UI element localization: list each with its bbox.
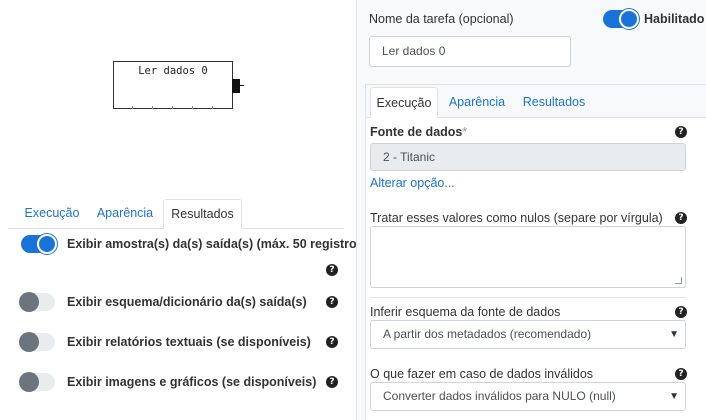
- node-port-tick: [132, 106, 133, 109]
- output-port-icon[interactable]: [232, 79, 240, 93]
- infer-schema-select[interactable]: A partir dos metadados (recomendado) ▼: [370, 320, 686, 349]
- node-title: Ler dados 0: [138, 65, 208, 77]
- help-icon[interactable]: ?: [326, 376, 338, 388]
- toggle-show-schema[interactable]: [19, 292, 55, 312]
- change-option-link[interactable]: Alterar opção...: [370, 176, 455, 190]
- invalid-data-value: Converter dados inválidos para NULO (nul…: [383, 389, 616, 403]
- properties-tabs: Execução Aparência Resultados: [366, 85, 706, 118]
- node-port-tick: [212, 106, 213, 109]
- workflow-node[interactable]: Ler dados 0: [113, 61, 233, 109]
- results-panel: Execução Aparência Resultados Exibir amo…: [8, 196, 368, 420]
- option-label: Exibir esquema/dicionário da(s) saída(s): [67, 295, 307, 309]
- task-name-input[interactable]: Ler dados 0: [369, 36, 571, 67]
- data-source-label: Fonte de dados*: [370, 125, 468, 139]
- enabled-toggle[interactable]: [603, 9, 639, 29]
- task-name-label: Nome da tarefa (opcional): [369, 12, 514, 26]
- tab-execucao[interactable]: Execução: [18, 199, 86, 228]
- properties-panel: Nome da tarefa (opcional) Habilitado Ler…: [356, 0, 706, 420]
- tab-aparencia[interactable]: Aparência: [88, 199, 162, 228]
- tab-resultados[interactable]: Resultados: [163, 199, 242, 229]
- enabled-label: Habilitado: [644, 12, 705, 26]
- node-port-tick: [152, 106, 153, 109]
- null-values-textarea[interactable]: [370, 226, 686, 288]
- tab-aparencia[interactable]: Aparência: [440, 87, 514, 117]
- data-source-field: 2 - Titanic: [370, 143, 686, 171]
- results-panel-tabs: Execução Aparência Resultados: [8, 196, 344, 229]
- select-arrow-icon: ▼: [669, 391, 679, 402]
- output-port-connector: [240, 85, 244, 86]
- infer-schema-label: Inferir esquema da fonte de dados: [370, 305, 561, 319]
- toggle-show-images[interactable]: [19, 372, 55, 392]
- select-arrow-icon: ▼: [669, 329, 679, 340]
- invalid-data-label: O que fazer em caso de dados inválidos: [370, 367, 594, 381]
- help-icon[interactable]: ?: [326, 296, 338, 308]
- help-icon[interactable]: ?: [326, 336, 338, 348]
- toggle-show-samples[interactable]: [21, 234, 57, 254]
- toggle-show-reports[interactable]: [19, 332, 55, 352]
- properties-card: Execução Aparência Resultados Fonte de d…: [365, 84, 706, 420]
- help-icon[interactable]: ?: [675, 306, 687, 318]
- node-port-tick: [172, 106, 173, 109]
- option-label: Exibir imagens e gráficos (se disponívei…: [67, 375, 317, 389]
- help-icon[interactable]: ?: [675, 126, 687, 138]
- resize-grip-icon[interactable]: [675, 277, 682, 284]
- infer-schema-value: A partir dos metadados (recomendado): [383, 327, 592, 341]
- help-icon[interactable]: ?: [326, 264, 338, 276]
- required-mark: *: [462, 125, 468, 139]
- tab-resultados[interactable]: Resultados: [514, 87, 594, 117]
- option-label: Exibir relatórios textuais (se disponíve…: [67, 335, 311, 349]
- node-port-tick: [192, 106, 193, 109]
- invalid-data-select[interactable]: Converter dados inválidos para NULO (nul…: [370, 382, 686, 411]
- help-icon[interactable]: ?: [675, 368, 687, 380]
- tab-execucao[interactable]: Execução: [370, 87, 438, 118]
- divider: [370, 297, 686, 298]
- option-label: Exibir amostra(s) da(s) saída(s) (máx. 5…: [67, 237, 368, 251]
- null-values-label: Tratar esses valores como nulos (separe …: [370, 211, 663, 225]
- help-icon[interactable]: ?: [675, 212, 687, 224]
